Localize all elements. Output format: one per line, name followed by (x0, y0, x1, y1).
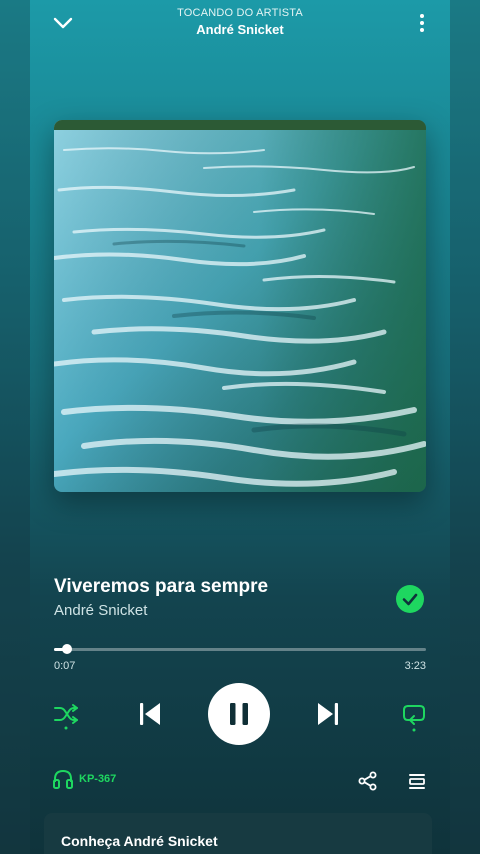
about-artist-title: Conheça André Snicket (61, 833, 218, 849)
pause-button[interactable] (208, 683, 270, 745)
connected-device[interactable]: KP-367 (52, 768, 172, 792)
shuffle-icon[interactable] (52, 700, 80, 730)
background-left-edge (0, 0, 30, 854)
repeat-icon[interactable] (400, 700, 428, 732)
next-track-icon[interactable] (314, 700, 342, 728)
total-duration: 3:23 (404, 660, 426, 672)
more-options-icon[interactable] (412, 10, 432, 36)
progress-bar[interactable] (54, 644, 426, 654)
track-title[interactable]: Viveremos para sempre (54, 576, 268, 598)
elapsed-time: 0:07 (54, 660, 76, 672)
now-playing-screen: TOCANDO DO ARTISTA André Snicket Viverem… (30, 0, 450, 854)
top-bar: TOCANDO DO ARTISTA André Snicket (30, 0, 450, 48)
share-icon[interactable] (357, 770, 379, 792)
playing-context-title[interactable]: André Snicket (30, 22, 450, 37)
background-right-edge (450, 0, 480, 854)
about-artist-card[interactable]: Conheça André Snicket (44, 813, 432, 854)
album-artwork (54, 120, 426, 492)
liked-check-icon[interactable] (396, 585, 424, 613)
device-name: KP-367 (79, 773, 117, 785)
queue-icon[interactable] (406, 770, 428, 792)
playing-context-label: TOCANDO DO ARTISTA (177, 7, 303, 19)
headphones-icon (53, 769, 73, 789)
previous-track-icon[interactable] (136, 700, 164, 728)
progress-bar-handle[interactable] (62, 644, 73, 654)
track-artist[interactable]: André Snicket (54, 602, 147, 619)
